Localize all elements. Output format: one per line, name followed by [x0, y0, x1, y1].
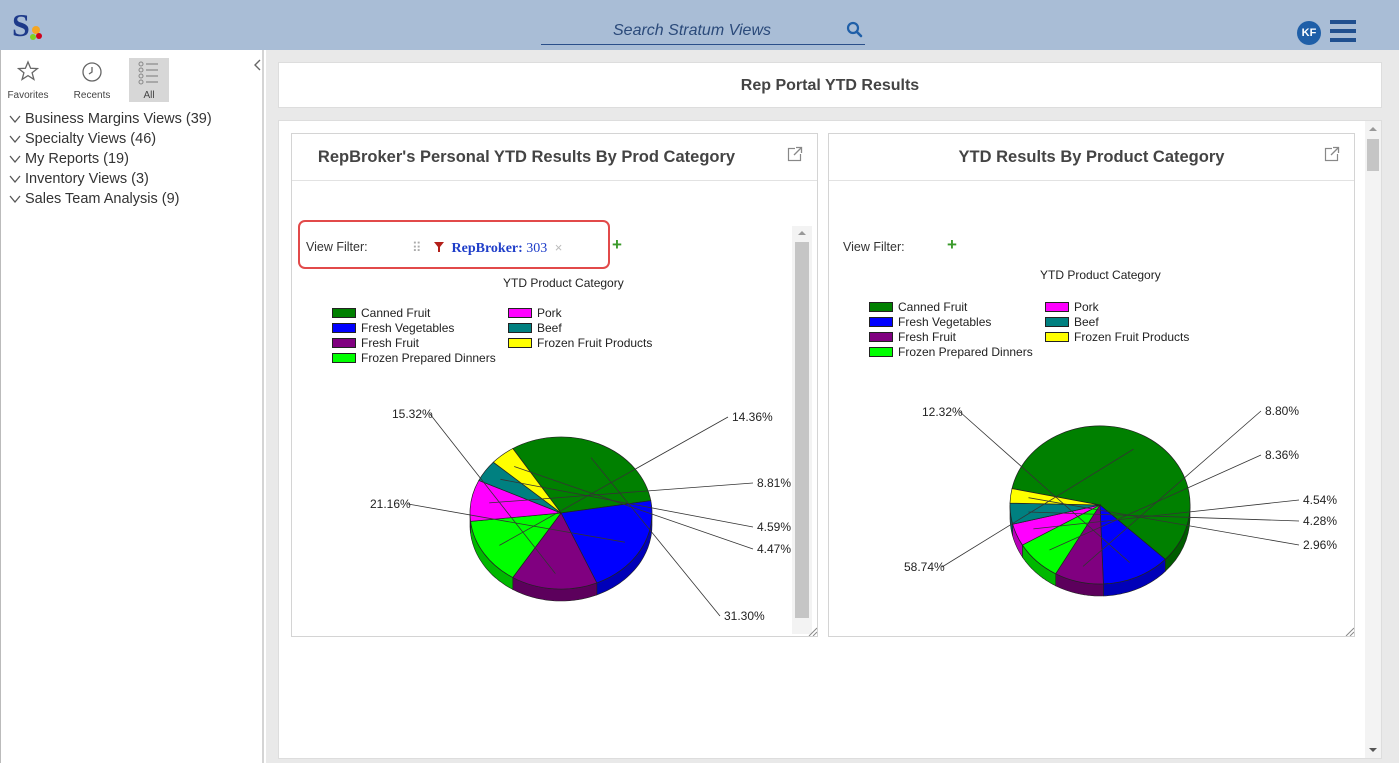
nav-label: Favorites — [7, 90, 49, 101]
nav-label: Recents — [73, 90, 111, 101]
data-label: 12.32% — [922, 405, 963, 419]
nav-all[interactable]: All — [129, 58, 169, 102]
data-label: 4.54% — [1303, 493, 1337, 507]
nav-favorites[interactable]: Favorites — [7, 58, 49, 102]
page-title: Rep Portal YTD Results — [740, 77, 920, 94]
stratum-logo-icon[interactable]: S — [8, 6, 48, 46]
user-avatar[interactable]: KF — [1297, 21, 1321, 45]
nav-label: All — [143, 90, 155, 101]
tree-item-label: My Reports (19) — [25, 151, 129, 167]
chevron-left-icon[interactable] — [252, 58, 264, 72]
data-label: 31.30% — [724, 609, 765, 623]
tree-item[interactable]: My Reports (19) — [9, 149, 212, 169]
tree-item[interactable]: Inventory Views (3) — [9, 169, 212, 189]
scroll-down-icon[interactable] — [1365, 744, 1381, 756]
search-icon[interactable] — [845, 20, 865, 40]
scroll-thumb[interactable] — [795, 242, 809, 618]
top-bar: S Search Stratum Views KF — [0, 0, 1399, 50]
chevron-down-icon[interactable] — [9, 174, 21, 184]
scroll-up-icon[interactable] — [1365, 123, 1381, 135]
scroll-up-icon[interactable] — [792, 227, 812, 239]
view-tree: Business Margins Views (39) Specialty Vi… — [9, 109, 212, 209]
dashboard-header: Rep Portal YTD Results — [278, 62, 1382, 108]
tree-item-label: Business Margins Views (39) — [25, 111, 212, 127]
resize-handle-icon[interactable] — [1344, 626, 1354, 636]
chevron-down-icon[interactable] — [9, 134, 21, 144]
tree-item-label: Sales Team Analysis (9) — [25, 191, 180, 207]
tree-item-label: Specialty Views (46) — [25, 131, 157, 147]
data-label: 21.16% — [370, 497, 411, 511]
svg-text:S: S — [12, 7, 30, 43]
data-label: 4.47% — [757, 542, 791, 556]
data-label: 8.81% — [757, 476, 791, 490]
chart-panel-personal: RepBroker's Personal YTD Results By Prod… — [291, 133, 818, 637]
data-label: 58.74% — [904, 560, 945, 574]
resize-handle-icon[interactable] — [807, 626, 817, 636]
hamburger-menu-icon[interactable] — [1330, 19, 1356, 43]
chevron-down-icon[interactable] — [9, 154, 21, 164]
data-label: 4.28% — [1303, 514, 1337, 528]
content-scrollbar[interactable] — [1365, 121, 1381, 758]
main-area: Rep Portal YTD Results RepBroker's Perso… — [266, 50, 1399, 763]
data-label: 14.36% — [732, 410, 773, 424]
tree-item[interactable]: Sales Team Analysis (9) — [9, 189, 212, 209]
pie-chart: 31.30% 21.16% 15.32% 14.36% 8.81% 4.59% 4.47% — [370, 407, 791, 623]
data-label: 8.36% — [1265, 448, 1299, 462]
clock-icon — [82, 62, 102, 82]
data-label: 4.59% — [757, 520, 791, 534]
tree-item[interactable]: Specialty Views (46) — [9, 129, 212, 149]
dashboard-content: RepBroker's Personal YTD Results By Prod… — [278, 120, 1382, 759]
search-input[interactable]: Search Stratum Views — [613, 22, 771, 40]
data-label: 2.96% — [1303, 538, 1337, 552]
tree-item[interactable]: Business Margins Views (39) — [9, 109, 212, 129]
data-label: 15.32% — [392, 407, 433, 421]
nav-recents[interactable]: Recents — [67, 58, 117, 102]
chevron-down-icon[interactable] — [9, 194, 21, 204]
pie-chart: 58.74% 12.32% 8.80% 8.36% 4.54% 4.28% 2.96% — [904, 404, 1337, 597]
scroll-thumb[interactable] — [1367, 139, 1379, 171]
star-icon — [17, 60, 39, 81]
chevron-down-icon[interactable] — [9, 114, 21, 124]
chart-panel-overall: YTD Results By Product Category View Fil… — [828, 133, 1355, 637]
search-box[interactable]: Search Stratum Views — [541, 13, 865, 45]
tree-item-label: Inventory Views (3) — [25, 171, 149, 187]
list-icon — [138, 61, 158, 85]
sidebar: Favorites Recents All Business Margins V… — [0, 50, 264, 763]
panel-scrollbar[interactable] — [792, 226, 812, 634]
data-label: 8.80% — [1265, 404, 1299, 418]
